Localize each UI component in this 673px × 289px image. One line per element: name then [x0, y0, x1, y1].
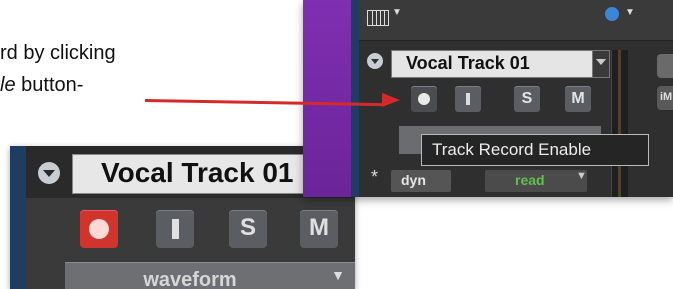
input-monitor-button[interactable] — [455, 86, 481, 112]
solo-button[interactable]: S — [514, 86, 540, 112]
dyn-selector[interactable]: dyn — [391, 170, 451, 192]
track-color-strip — [351, 0, 359, 197]
caption-line-2: le button- — [0, 74, 83, 97]
grid-icon[interactable] — [367, 10, 389, 26]
chevron-down-icon: ▼ — [331, 267, 345, 283]
mute-button[interactable]: M — [300, 210, 338, 248]
track-color-strip — [10, 146, 26, 289]
asterisk-label: * — [371, 167, 379, 187]
tooltip: Track Record Enable — [421, 134, 649, 166]
mute-button[interactable]: M — [565, 86, 591, 112]
chevron-down-icon[interactable]: ▼ — [625, 7, 635, 18]
view-selector-label: waveform — [143, 269, 237, 289]
caption-line-1: rd by clicking — [0, 42, 116, 64]
solo-button[interactable]: S — [229, 210, 267, 248]
automation-mode-selector[interactable]: read ▼ — [485, 170, 587, 192]
moon-icon[interactable] — [605, 7, 619, 21]
input-monitor-button[interactable] — [156, 210, 194, 248]
caption-rest: button- — [15, 74, 84, 96]
track-header-screenshot: ▼ ▼ Vocal Track 01 iM S M Track Record E… — [303, 0, 673, 197]
top-toolbar: ▼ ▼ — [359, 0, 673, 41]
level-meter — [611, 50, 628, 197]
chevron-down-icon[interactable] — [367, 53, 383, 69]
side-button-im[interactable]: iM — [657, 86, 673, 110]
purple-track-color — [303, 0, 351, 197]
track-name: Vocal Track 01 — [406, 53, 530, 73]
track-menu-button[interactable] — [592, 50, 610, 78]
meter-bar — [618, 50, 621, 197]
chevron-down-icon[interactable] — [38, 162, 60, 184]
track-name-field[interactable]: Vocal Track 01 — [72, 154, 319, 194]
track-name-field[interactable]: Vocal Track 01 — [391, 50, 593, 78]
arrow-head — [381, 92, 401, 108]
chevron-down-icon[interactable]: ▼ — [392, 7, 402, 18]
view-selector[interactable]: waveform ▼ — [65, 262, 355, 289]
chevron-down-icon: ▼ — [576, 170, 587, 182]
tooltip-text: Track Record Enable — [432, 140, 592, 159]
track-name: Vocal Track 01 — [101, 157, 294, 188]
record-enable-button[interactable] — [411, 86, 437, 112]
record-enable-button[interactable] — [80, 210, 118, 248]
side-button[interactable] — [657, 54, 673, 78]
caption-italic: le — [0, 74, 16, 96]
